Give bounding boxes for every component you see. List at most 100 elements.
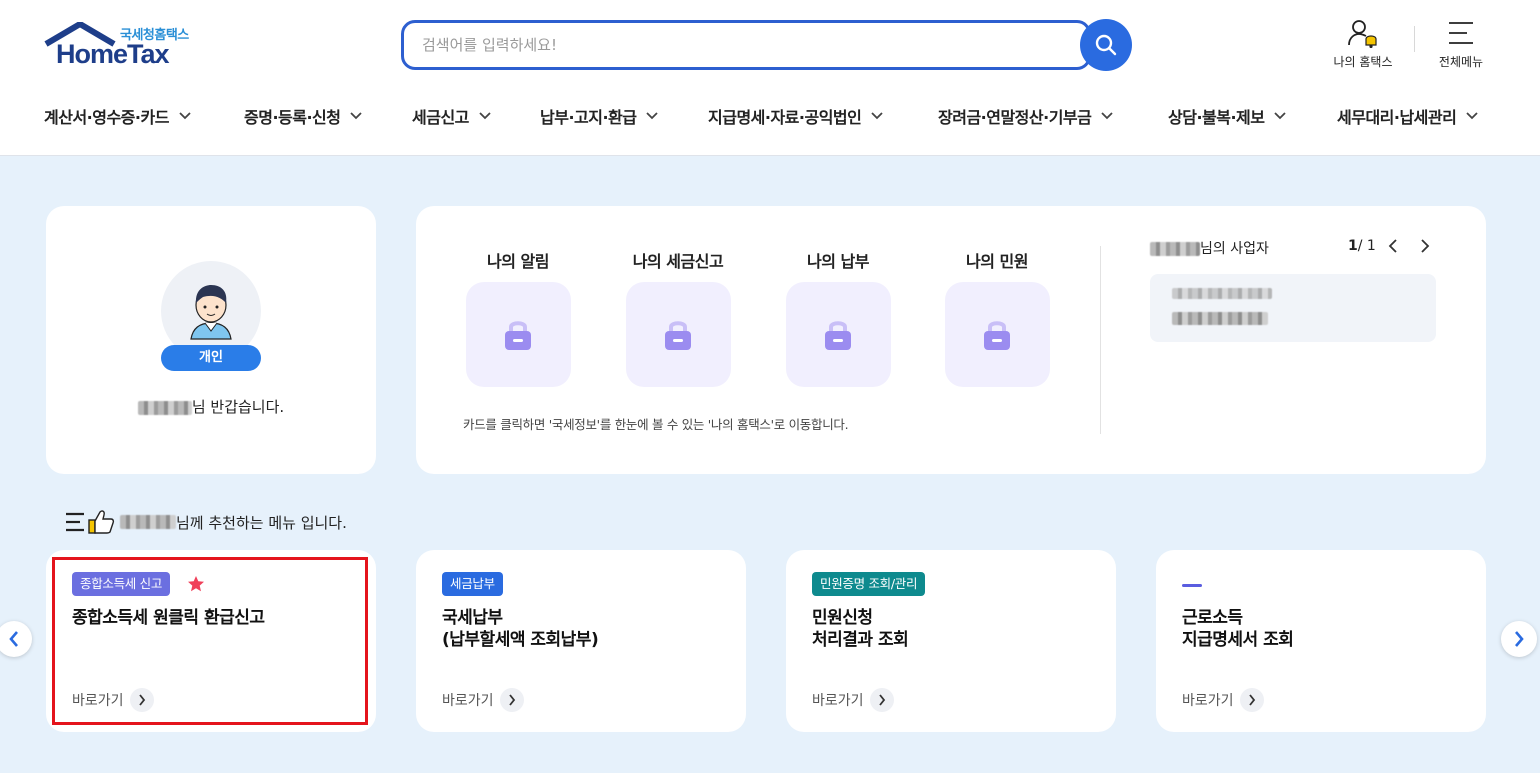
- gnb-label: 증명·등록·신청: [244, 108, 341, 127]
- gnb-item-consulting[interactable]: 상담·불복·제보: [1168, 104, 1287, 128]
- category-dash: [1182, 584, 1202, 587]
- search-input[interactable]: [422, 34, 1042, 56]
- business-pager: 1 / 1: [1348, 238, 1430, 254]
- main-content: 개인 님 반갑습니다. 나의 알림 나의 세금신고 나의 납부 나의 민원 카드…: [0, 156, 1540, 773]
- shortcut-label: 바로가기: [1182, 693, 1234, 709]
- chevron-down-icon: [479, 112, 491, 120]
- search-button[interactable]: [1080, 19, 1132, 71]
- shortcut-link[interactable]: 바로가기: [1182, 688, 1264, 712]
- all-menu-button[interactable]: 전체메뉴: [1428, 18, 1494, 70]
- utility-divider: [1414, 26, 1415, 52]
- my-hometax-note: 카드를 클릭하면 '국세정보'를 한눈에 볼 수 있는 '나의 홈택스'로 이동…: [463, 417, 849, 432]
- menu-name: 민원신청 처리결과 조회: [812, 607, 909, 651]
- shortcut-label: 바로가기: [812, 693, 864, 709]
- pager-total: / 1: [1357, 238, 1376, 254]
- gnb-label: 세무대리·납세관리: [1337, 108, 1457, 127]
- chevron-down-icon: [350, 112, 363, 120]
- carousel-next-button[interactable]: [1501, 621, 1537, 657]
- gnb-label: 세금신고: [412, 108, 469, 127]
- chevron-down-icon: [871, 112, 883, 120]
- hamburger-menu-icon: [1449, 22, 1473, 44]
- gnb-item-invoice[interactable]: 계산서·영수증·카드: [44, 104, 191, 128]
- menu-name: 국세납부 (납부할세액 조회납부): [442, 607, 599, 651]
- gnb-item-incentive[interactable]: 장려금·연말정산·기부금: [938, 104, 1113, 128]
- chevron-down-icon: [1466, 112, 1478, 120]
- chevron-down-icon: [646, 112, 659, 120]
- my-civil-petition-title: 나의 민원: [966, 252, 1028, 271]
- gnb-label: 지급명세·자료·공익법인: [708, 108, 862, 127]
- chevron-left-icon: [9, 631, 18, 647]
- gnb-label: 계산서·영수증·카드: [44, 108, 169, 127]
- business-title: 님의 사업자: [1150, 238, 1269, 258]
- chevron-right-icon: [1239, 688, 1264, 712]
- divider: [1100, 246, 1101, 434]
- profile-card: 개인 님 반갑습니다.: [46, 206, 376, 474]
- logo-wordmark: HomeTax: [56, 39, 170, 69]
- shortcut-link[interactable]: 바로가기: [442, 688, 524, 712]
- pager-current: 1: [1348, 238, 1358, 254]
- my-alerts-box: [465, 282, 571, 387]
- shortcut-label: 바로가기: [442, 693, 494, 709]
- business-title-suffix: 님의 사업자: [1200, 241, 1269, 257]
- greeting-suffix: 님 반갑습니다.: [191, 398, 285, 416]
- my-payment-box: [785, 282, 891, 387]
- recommend-card-tax-payment[interactable]: 세금납부 국세납부 (납부할세액 조회납부) 바로가기: [416, 550, 746, 732]
- my-tax-return-card[interactable]: 나의 세금신고: [613, 248, 743, 387]
- chevron-right-icon[interactable]: [1420, 239, 1430, 253]
- recommend-card-earned-income[interactable]: 근로소득 지급명세서 조회 바로가기: [1156, 550, 1486, 732]
- chevron-down-icon: [1101, 112, 1113, 120]
- masked-business-number: [1172, 288, 1272, 299]
- chevron-right-icon: [1515, 631, 1524, 647]
- gnb-item-payment-statement[interactable]: 지급명세·자료·공익법인: [708, 104, 883, 128]
- my-hometax-button[interactable]: 나의 홈택스: [1326, 18, 1400, 70]
- chevron-right-icon: [869, 688, 894, 712]
- masked-business-name: [1172, 312, 1268, 325]
- my-payment-title: 나의 납부: [807, 252, 869, 271]
- lock-icon: [665, 320, 691, 350]
- thumbs-up-list-icon: [66, 510, 115, 534]
- user-type-badge: 개인: [161, 345, 261, 371]
- my-civil-petition-box: [944, 282, 1050, 387]
- search-box: [401, 20, 1091, 70]
- my-payment-card[interactable]: 나의 납부: [773, 248, 903, 387]
- menu-name-line1: 국세납부: [442, 608, 503, 628]
- search-icon: [1095, 34, 1117, 56]
- all-menu-label: 전체메뉴: [1438, 55, 1484, 69]
- chevron-left-icon[interactable]: [1388, 239, 1398, 253]
- masked-name: [120, 515, 176, 529]
- lock-icon: [825, 320, 851, 350]
- gnb-label: 납부·고지·환급: [540, 108, 637, 127]
- chevron-down-icon: [179, 112, 191, 120]
- gnb-item-tax-agent[interactable]: 세무대리·납세관리: [1337, 104, 1478, 128]
- my-alerts-title: 나의 알림: [487, 252, 549, 271]
- lock-icon: [984, 320, 1010, 350]
- recommend-title-suffix: 님께 추천하는 메뉴 입니다.: [176, 513, 347, 532]
- business-info-box[interactable]: [1150, 274, 1436, 342]
- user-bell-icon: [1348, 20, 1377, 48]
- category-tag: 민원증명 조회/관리: [812, 572, 926, 596]
- menu-name-line1: 근로소득: [1182, 608, 1243, 628]
- chevron-right-icon: [499, 688, 524, 712]
- my-tax-return-title: 나의 세금신고: [632, 252, 724, 271]
- menu-name: 근로소득 지급명세서 조회: [1182, 607, 1294, 651]
- gnb-item-certificate[interactable]: 증명·등록·신청: [244, 104, 363, 128]
- my-hometax-card: 나의 알림 나의 세금신고 나의 납부 나의 민원 카드를 클릭하면 '국세정보…: [416, 206, 1486, 474]
- highlight-box: [52, 557, 368, 725]
- my-alerts-card[interactable]: 나의 알림: [453, 248, 583, 387]
- my-civil-petition-card[interactable]: 나의 민원: [932, 248, 1062, 387]
- gnb-item-tax-return[interactable]: 세금신고: [412, 104, 491, 128]
- masked-name: [1150, 242, 1200, 256]
- shortcut-link[interactable]: 바로가기: [812, 688, 894, 712]
- main-navigation: 계산서·영수증·카드 증명·등록·신청 세금신고 납부·고지·환급 지급명세·자…: [0, 98, 1540, 134]
- category-tag: 세금납부: [442, 572, 503, 596]
- my-hometax-label: 나의 홈택스: [1333, 55, 1393, 69]
- hometax-logo[interactable]: 국세청홈택스 HomeTax: [44, 22, 204, 72]
- greeting-text: 님 반갑습니다.: [46, 396, 376, 417]
- recommend-card-civil-petition[interactable]: 민원증명 조회/관리 민원신청 처리결과 조회 바로가기: [786, 550, 1116, 732]
- my-tax-return-box: [625, 282, 731, 387]
- lock-icon: [505, 320, 531, 350]
- gnb-item-payment[interactable]: 납부·고지·환급: [540, 104, 659, 128]
- gnb-label: 상담·불복·제보: [1168, 108, 1265, 127]
- carousel-prev-button[interactable]: [0, 621, 32, 657]
- gnb-label: 장려금·연말정산·기부금: [938, 108, 1092, 127]
